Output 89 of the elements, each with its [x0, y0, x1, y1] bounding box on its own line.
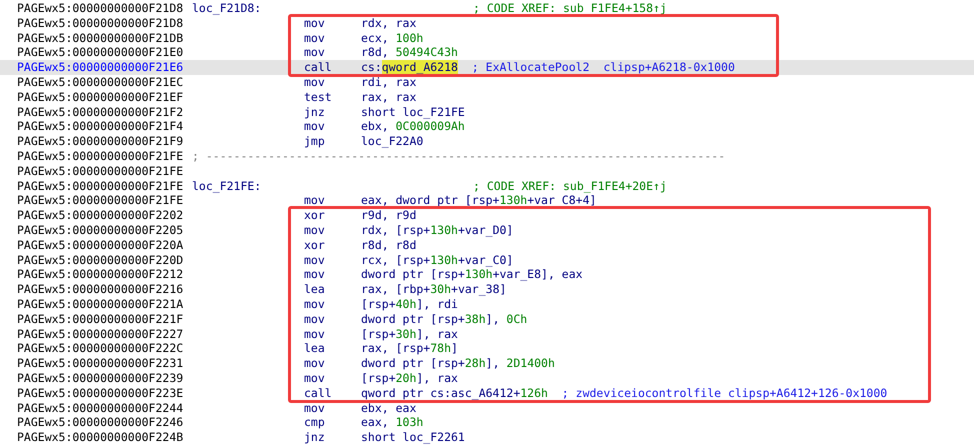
address-text: PAGEwx5:00000000000F224B	[16, 430, 184, 445]
mnemonic-text: mov	[304, 267, 326, 282]
operand-text: cs:qword_A6218	[361, 60, 458, 75]
comment-text: ; ExAllocatePool2 clipsp+A6218-0x1000	[472, 60, 735, 75]
address-text: PAGEwx5:00000000000F220A	[16, 238, 184, 253]
address-text: PAGEwx5:00000000000F21EC	[16, 74, 184, 90]
address-text: PAGEwx5:00000000000F2246	[16, 415, 184, 430]
mnemonic-text: mov	[304, 222, 326, 238]
mnemonic-text: mov	[304, 356, 326, 371]
address-text: PAGEwx5:00000000000F21E0	[16, 45, 184, 60]
mnemonic-text: jmp	[304, 134, 326, 149]
operand-text: rax, rax	[361, 90, 416, 105]
address-text: PAGEwx5:00000000000F220D	[16, 252, 184, 268]
address-text: PAGEwx5:00000000000F222C	[16, 341, 184, 356]
operand-text: rax, [rsp+78h]	[361, 341, 458, 356]
address-text: PAGEwx5:00000000000F21FE	[16, 178, 184, 194]
address-text: PAGEwx5:00000000000F2244	[16, 400, 184, 416]
separator-comment: ; ---------------------------------------------------------------------------	[192, 148, 726, 164]
operand-text: r8d, r8d	[361, 238, 416, 253]
address-text: PAGEwx5:00000000000F21F4	[16, 119, 184, 134]
mnemonic-text: mov	[304, 312, 326, 327]
address-text: PAGEwx5:00000000000F21FE	[16, 164, 184, 179]
address-text: PAGEwx5:00000000000F221F	[16, 312, 184, 327]
address-text: PAGEwx5:00000000000F21FE	[16, 148, 184, 164]
operand-text: dword ptr [rsp+28h], 2D1400h	[361, 356, 555, 371]
operand-text: r8d, 50494C43h	[361, 45, 458, 60]
xref-comment: ; CODE XREF: sub_F1FE4+20E↑j	[473, 178, 667, 194]
operand-text: eax, dword ptr [rsp+130h+var_C8+4]	[361, 193, 596, 208]
label-text: loc_F21FE:	[192, 178, 262, 194]
operand-text: ebx, 0C000009Ah	[361, 119, 465, 134]
address-text: PAGEwx5:00000000000F2212	[16, 267, 184, 282]
address-text: PAGEwx5:00000000000F21D8	[16, 16, 184, 31]
mnemonic-text: lea	[304, 341, 326, 356]
mnemonic-text: lea	[304, 282, 326, 297]
operand-text: short loc_F21FE	[361, 104, 465, 120]
operand-text: rdi, rax	[361, 74, 416, 90]
mnemonic-text: mov	[304, 296, 326, 312]
mnemonic-text: mov	[304, 119, 326, 134]
address-text: PAGEwx5:00000000000F221A	[16, 296, 184, 312]
mnemonic-text: xor	[304, 238, 326, 253]
mnemonic-text: mov	[304, 326, 326, 342]
operand-text: dword ptr [rsp+130h+var_E8], eax	[361, 267, 583, 282]
address-text: PAGEwx5:00000000000F2216	[16, 282, 184, 297]
operand-text: rcx, [rsp+130h+var_C0]	[361, 252, 514, 268]
mnemonic-text: mov	[304, 193, 326, 208]
mnemonic-text: jnz	[304, 104, 326, 120]
operand-text: dword ptr [rsp+38h], 0Ch	[361, 312, 528, 327]
operand-text: qword ptr cs:asc_A6412+126h	[361, 386, 548, 401]
address-text: PAGEwx5:00000000000F21F9	[16, 134, 184, 149]
mnemonic-text: xor	[304, 208, 326, 223]
address-text: PAGEwx5:00000000000F21E6	[16, 60, 184, 75]
operand-text: [rsp+20h], rax	[361, 370, 458, 386]
address-text: PAGEwx5:00000000000F223E	[16, 386, 184, 401]
operand-text: ecx, 100h	[361, 30, 424, 46]
address-text: PAGEwx5:00000000000F21DB	[16, 30, 184, 46]
address-text: PAGEwx5:00000000000F2227	[16, 326, 184, 342]
address-text: PAGEwx5:00000000000F2231	[16, 356, 184, 371]
mnemonic-text: mov	[304, 74, 326, 90]
operand-text: loc_F22A0	[361, 134, 424, 149]
operand-text: r9d, r9d	[361, 208, 416, 223]
address-text: PAGEwx5:00000000000F2239	[16, 370, 184, 386]
mnemonic-text: call	[304, 386, 333, 401]
mnemonic-text: mov	[304, 400, 326, 416]
mnemonic-text: mov	[304, 45, 326, 60]
xref-comment: ; CODE XREF: sub_F1FE4+158↑j	[473, 1, 667, 16]
operand-text: short loc_F2261	[361, 430, 465, 445]
label-text: loc_F21D8:	[192, 1, 262, 16]
address-text: PAGEwx5:00000000000F21F2	[16, 104, 184, 120]
address-text: PAGEwx5:00000000000F2202	[16, 208, 184, 223]
operand-text: rdx, rax	[361, 16, 416, 31]
mnemonic-text: cmp	[304, 415, 326, 430]
mnemonic-text: jnz	[304, 430, 326, 445]
operand-text: ebx, eax	[361, 400, 416, 416]
address-text: PAGEwx5:00000000000F21D8	[16, 1, 184, 16]
mnemonic-text: call	[304, 60, 333, 75]
mnemonic-text: mov	[304, 252, 326, 268]
operand-text: rdx, [rsp+130h+var_D0]	[361, 222, 514, 238]
address-text: PAGEwx5:00000000000F21EF	[16, 90, 184, 105]
mnemonic-text: test	[304, 90, 333, 105]
address-text: PAGEwx5:00000000000F2205	[16, 222, 184, 238]
mnemonic-text: mov	[304, 16, 326, 31]
operand-text: eax, 103h	[361, 415, 424, 430]
operand-text: rax, [rbp+30h+var_38]	[361, 282, 506, 297]
operand-text: [rsp+30h], rax	[361, 326, 458, 342]
comment-text: ; zwdeviceiocontrolfile clipsp+A6412+126-0x1000	[562, 386, 888, 401]
address-text: PAGEwx5:00000000000F21FE	[16, 193, 184, 208]
mnemonic-text: mov	[304, 30, 326, 46]
mnemonic-text: mov	[304, 370, 326, 386]
operand-text: [rsp+40h], rdi	[361, 296, 458, 312]
